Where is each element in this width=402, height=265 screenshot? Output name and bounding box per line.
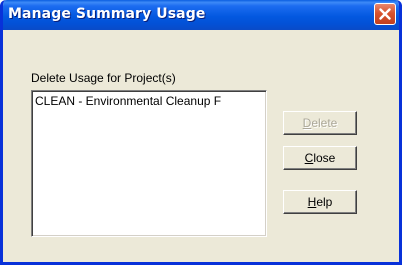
close-label-rest: lose [313,151,336,165]
delete-label-rest: elete [311,116,338,130]
projects-listbox[interactable]: CLEAN - Environmental Cleanup F [31,90,267,237]
window-title: Manage Summary Usage [8,6,206,22]
close-button[interactable]: Close [283,146,357,170]
close-x-icon [379,8,391,20]
title-bar[interactable]: Manage Summary Usage [3,0,399,30]
help-button[interactable]: Help [283,190,357,214]
help-label-rest: elp [316,195,333,209]
delete-button[interactable]: Delete [283,111,357,135]
delete-mnemonic: D [302,116,312,130]
delete-usage-label: Delete Usage for Project(s) [31,71,176,85]
dialog-client-area: Delete Usage for Project(s) CLEAN - Envi… [3,30,399,262]
close-window-button[interactable] [374,3,396,25]
manage-summary-usage-dialog: Manage Summary Usage Delete Usage for Pr… [0,0,402,265]
list-item[interactable]: CLEAN - Environmental Cleanup F [35,94,221,108]
